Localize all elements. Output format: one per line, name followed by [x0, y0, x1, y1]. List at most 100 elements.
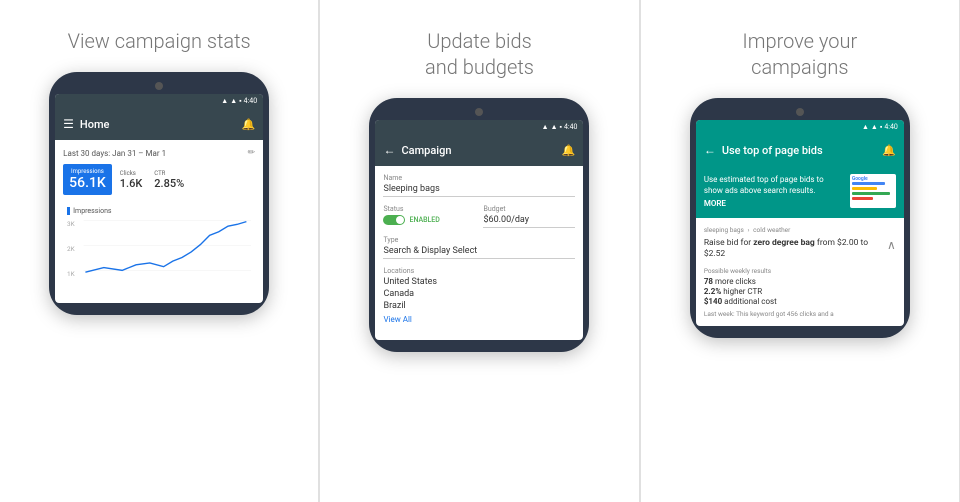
signal-icon-2: ▲	[542, 123, 549, 131]
phone-2: ▲ ▲ ▪ 4:40 ← Campaign 🔔 Name Sleeping ba…	[369, 98, 589, 352]
signal-icon-3: ▲	[862, 123, 869, 131]
more-label[interactable]: MORE	[704, 198, 844, 209]
last-week-text: Last week: This keyword got 456 clicks a…	[704, 310, 896, 318]
wifi-icon-2: ▲	[551, 123, 558, 131]
breadcrumb: sleeping bags › cold weather	[704, 226, 896, 234]
ctr-metric: CTR 2.85%	[150, 164, 188, 195]
wifi-icon-3: ▲	[871, 123, 878, 131]
ctr-label: CTR	[154, 170, 184, 177]
phone-3: ▲ ▲ ▪ 4:40 ← Use top of page bids 🔔 Use …	[690, 98, 910, 338]
svg-text:1K: 1K	[67, 270, 76, 278]
date-row: Last 30 days: Jan 31 – Mar 1 ✏	[63, 148, 255, 158]
battery-icon-2: ▪	[560, 123, 562, 131]
chevron-up-icon[interactable]: ∧	[887, 238, 896, 252]
campaign-content: Name Sleeping bags Status ENABLED Budget…	[375, 166, 583, 340]
clicks-metric: Clicks 1.6K	[116, 164, 147, 195]
phone-camera-3	[796, 108, 804, 116]
view-all-link[interactable]: View All	[383, 315, 575, 324]
bids-content: sleeping bags › cold weather Raise bid f…	[696, 218, 904, 327]
status-icons-2: ▲ ▲ ▪ 4:40	[542, 123, 578, 131]
bell-icon-1[interactable]: 🔔	[241, 118, 255, 131]
home-content: Last 30 days: Jan 31 – Mar 1 ✏ Impressio…	[55, 140, 263, 303]
signal-icon: ▲	[221, 97, 228, 105]
pr-row-3: $140 additional cost	[704, 297, 896, 306]
bid-raise-text: Raise bid for zero degree bag from $2.00…	[704, 238, 887, 262]
gp-line-4	[852, 197, 873, 200]
edit-icon[interactable]: ✏	[248, 148, 256, 158]
gp-line-2	[852, 187, 877, 190]
app-bar-3: ← Use top of page bids 🔔	[696, 134, 904, 166]
phone-camera-1	[155, 82, 163, 90]
panel-update-bids: Update bidsand budgets ▲ ▲ ▪ 4:40 ← Camp…	[320, 0, 639, 502]
phone-screen-1: ▲ ▲ ▪ 4:40 ☰ Home 🔔 Last 30 days: Jan 31…	[55, 94, 263, 303]
type-field-group: Type Search & Display Select	[383, 236, 575, 259]
status-bar-2: ▲ ▲ ▪ 4:40	[375, 120, 583, 134]
app-bar-1: ☰ Home 🔔	[55, 108, 263, 140]
gp-line-3	[852, 192, 890, 195]
status-toggle-row: ENABLED	[383, 215, 475, 225]
panel-3-title: Improve yourcampaigns	[742, 28, 857, 80]
phone-screen-2: ▲ ▲ ▪ 4:40 ← Campaign 🔔 Name Sleeping ba…	[375, 120, 583, 340]
impressions-label: Impressions	[69, 168, 106, 175]
svg-text:2K: 2K	[67, 245, 76, 253]
time-display-3: 4:40	[884, 123, 898, 131]
locations-field-group: Locations United States Canada Brazil Vi…	[383, 267, 575, 324]
status-toggle[interactable]	[383, 215, 405, 225]
panel-view-stats: View campaign stats ▲ ▲ ▪ 4:40 ☰ Home 🔔	[0, 0, 319, 502]
name-label: Name	[383, 174, 575, 182]
bell-icon-2[interactable]: 🔔	[562, 144, 576, 157]
clicks-label: Clicks	[120, 170, 143, 177]
battery-icon-3: ▪	[880, 123, 882, 131]
name-field-group: Name Sleeping bags	[383, 174, 575, 197]
gp-line-1	[852, 182, 886, 185]
impressions-value: 56.1K	[69, 175, 106, 191]
breadcrumb-sep: ›	[748, 226, 750, 234]
wifi-icon: ▲	[230, 97, 237, 105]
pr-row-2: 2.2% higher CTR	[704, 287, 896, 296]
phone-1: ▲ ▲ ▪ 4:40 ☰ Home 🔔 Last 30 days: Jan 31…	[49, 72, 269, 315]
svg-text:3K: 3K	[67, 220, 76, 228]
bids-desc: Use estimated top of page bids to show a…	[704, 174, 844, 210]
name-value: Sleeping bags	[383, 184, 575, 197]
breadcrumb-item-1: sleeping bags	[704, 226, 744, 234]
impressions-metric: Impressions 56.1K	[63, 164, 112, 195]
bell-icon-3[interactable]: 🔔	[882, 144, 896, 157]
battery-icon: ▪	[239, 97, 241, 105]
back-icon-3[interactable]: ←	[704, 143, 716, 157]
location-2: Canada	[383, 289, 575, 301]
chart-area: Impressions 3K 2K 1K	[63, 203, 255, 295]
hamburger-icon[interactable]: ☰	[63, 117, 74, 131]
clicks-value: 1.6K	[120, 177, 143, 190]
location-3: Brazil	[383, 301, 575, 313]
status-bar-3: ▲ ▲ ▪ 4:40	[696, 120, 904, 134]
budget-field-group: Budget $60.00/day	[483, 205, 575, 228]
budget-label: Budget	[483, 205, 575, 213]
time-display-2: 4:40	[564, 123, 578, 131]
phone-camera-2	[475, 108, 483, 116]
panel-1-title: View campaign stats	[68, 28, 251, 54]
impressions-chart: 3K 2K 1K	[67, 217, 251, 291]
budget-value: $60.00/day	[483, 215, 575, 228]
pr-row-1: 78 more clicks	[704, 277, 896, 286]
back-icon-2[interactable]: ←	[383, 143, 395, 157]
phone-screen-3: ▲ ▲ ▪ 4:40 ← Use top of page bids 🔔 Use …	[696, 120, 904, 326]
bid-raise-row: Raise bid for zero degree bag from $2.00…	[704, 238, 896, 262]
date-range: Last 30 days: Jan 31 – Mar 1	[63, 149, 166, 158]
location-1: United States	[383, 277, 575, 289]
app-bar-title-1: Home	[80, 118, 242, 131]
breadcrumb-item-2: cold weather	[753, 226, 790, 234]
chart-label: Impressions	[67, 207, 251, 215]
status-bar-1: ▲ ▲ ▪ 4:40	[55, 94, 263, 108]
bids-header-area: Use estimated top of page bids to show a…	[696, 166, 904, 218]
ctr-value: 2.85%	[154, 177, 184, 190]
time-display: 4:40	[244, 97, 258, 105]
app-bar-title-3: Use top of page bids	[722, 144, 882, 157]
status-field-group: Status ENABLED	[383, 205, 475, 228]
chart-bar-icon	[67, 207, 70, 215]
google-preview: Google	[850, 174, 896, 208]
type-label: Type	[383, 236, 575, 244]
status-icons-1: ▲ ▲ ▪ 4:40	[221, 97, 257, 105]
app-bar-2: ← Campaign 🔔	[375, 134, 583, 166]
locations-label: Locations	[383, 267, 575, 275]
panel-improve-campaigns: Improve yourcampaigns ▲ ▲ ▪ 4:40 ← Use t…	[641, 0, 960, 502]
